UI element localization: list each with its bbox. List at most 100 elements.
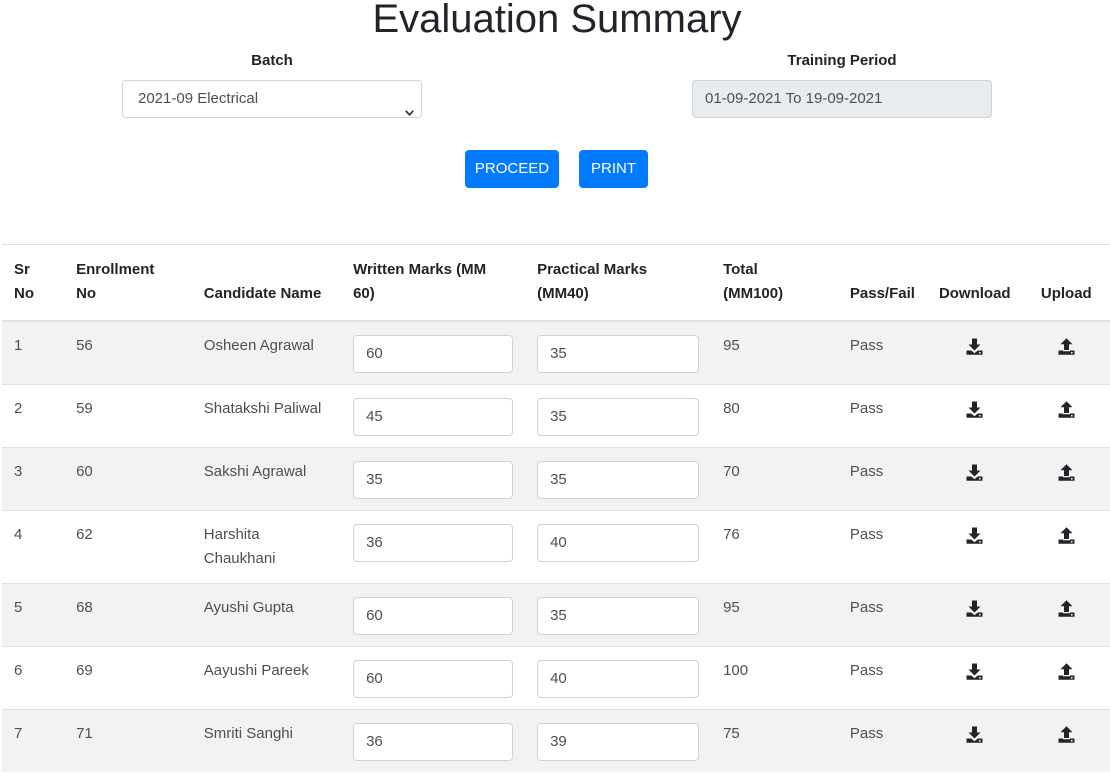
cell-enrollment-no: 71 — [64, 709, 192, 772]
written-marks-input[interactable]: 36 — [353, 524, 514, 562]
cell-enrollment-no: 60 — [64, 447, 192, 511]
cell-enrollment-no: 68 — [64, 583, 192, 647]
cell-sr-no: 5 — [2, 583, 65, 647]
cell-upload — [1022, 384, 1110, 448]
cell-download — [926, 646, 1023, 710]
evaluation-summary-page: Evaluation Summary Batch 2021-09 Electri… — [0, 0, 1110, 776]
header-written-line2: 60) — [353, 285, 375, 302]
header-upload: Upload — [1022, 244, 1110, 322]
download-icon[interactable] — [966, 401, 983, 418]
header-download: Download — [926, 244, 1023, 322]
cell-written-marks: 60 — [341, 320, 526, 385]
header-written-line1: Written Marks (MM — [353, 261, 487, 278]
cell-pass-fail: Pass — [837, 646, 927, 710]
cell-practical-marks: 35 — [525, 583, 712, 647]
cell-candidate-name: Sakshi Agrawal — [191, 447, 342, 511]
practical-marks-input[interactable]: 40 — [537, 660, 700, 698]
cell-written-marks: 45 — [341, 384, 526, 448]
batch-select-value: 2021-09 Electrical — [138, 90, 259, 107]
header-sr-line1: Sr — [14, 261, 30, 278]
header-practical-line1: Practical Marks — [537, 261, 648, 278]
cell-download — [926, 384, 1023, 448]
chevron-down-icon — [405, 95, 414, 117]
cell-practical-marks: 39 — [525, 709, 712, 772]
practical-marks-input[interactable]: 40 — [537, 524, 700, 562]
batch-select[interactable]: 2021-09 Electrical — [122, 80, 422, 118]
written-marks-input[interactable]: 35 — [353, 461, 514, 499]
cell-candidate-name: Shatakshi Paliwal — [191, 384, 342, 448]
cell-enrollment-no: 56 — [64, 320, 192, 385]
cell-written-marks: 35 — [341, 447, 526, 511]
cell-sr-no: 2 — [2, 384, 65, 448]
cell-download — [926, 320, 1023, 385]
training-period-label: Training Period — [787, 52, 897, 69]
cell-upload — [1022, 583, 1110, 647]
cell-upload — [1022, 709, 1110, 772]
cell-enrollment-no: 69 — [64, 646, 192, 710]
practical-marks-input[interactable]: 35 — [537, 335, 700, 373]
cell-total: 70 — [711, 447, 838, 511]
cell-candidate-name: Ayushi Gupta — [191, 583, 342, 647]
cell-candidate-name: Harshita Chaukhani — [191, 510, 342, 584]
table-row: 7 71 Smriti Sanghi 36 39 75 Pass — [2, 709, 1110, 772]
table-row: 6 69 Aayushi Pareek 60 40 100 Pass — [2, 646, 1110, 710]
header-practical-line2: (MM40) — [537, 285, 589, 302]
cell-practical-marks: 40 — [525, 646, 712, 710]
practical-marks-input[interactable]: 35 — [537, 597, 700, 635]
cell-upload — [1022, 510, 1110, 584]
cell-download — [926, 447, 1023, 511]
cell-candidate-name: Aayushi Pareek — [191, 646, 342, 710]
cell-enrollment-no: 59 — [64, 384, 192, 448]
written-marks-input[interactable]: 60 — [353, 660, 514, 698]
practical-marks-input[interactable]: 39 — [537, 723, 700, 761]
download-icon[interactable] — [966, 527, 983, 544]
proceed-button[interactable]: PROCEED — [465, 150, 559, 188]
download-icon[interactable] — [966, 464, 983, 481]
header-enrollment-line1: Enrollment — [76, 261, 155, 278]
cell-download — [926, 709, 1023, 772]
download-icon[interactable] — [966, 726, 983, 743]
practical-marks-input[interactable]: 35 — [537, 461, 700, 499]
upload-icon[interactable] — [1058, 527, 1075, 544]
download-icon[interactable] — [966, 338, 983, 355]
upload-icon[interactable] — [1058, 600, 1075, 617]
cell-total: 95 — [711, 320, 838, 385]
download-icon[interactable] — [966, 600, 983, 617]
table-row: 4 62 Harshita Chaukhani 36 40 76 Pass — [2, 510, 1110, 584]
cell-sr-no: 3 — [2, 447, 65, 511]
upload-icon[interactable] — [1058, 464, 1075, 481]
cell-sr-no: 6 — [2, 646, 65, 710]
cell-upload — [1022, 320, 1110, 385]
header-pass-fail: Pass/Fail — [837, 244, 927, 322]
written-marks-input[interactable]: 60 — [353, 597, 514, 635]
practical-marks-input[interactable]: 35 — [537, 398, 700, 436]
cell-pass-fail: Pass — [837, 709, 927, 772]
header-written-marks: Written Marks (MM 60) — [341, 244, 526, 322]
cell-written-marks: 60 — [341, 583, 526, 647]
cell-candidate-name: Osheen Agrawal — [191, 320, 342, 385]
cell-download — [926, 510, 1023, 584]
table-row: 2 59 Shatakshi Paliwal 45 35 80 Pass — [2, 384, 1110, 448]
header-sr-no: Sr No — [2, 244, 65, 322]
cell-practical-marks: 35 — [525, 447, 712, 511]
written-marks-input[interactable]: 36 — [353, 723, 514, 761]
header-candidate-name: Candidate Name — [191, 244, 342, 322]
written-marks-input[interactable]: 60 — [353, 335, 514, 373]
upload-icon[interactable] — [1058, 726, 1075, 743]
upload-icon[interactable] — [1058, 663, 1075, 680]
header-total: Total (MM100) — [711, 244, 838, 322]
cell-practical-marks: 40 — [525, 510, 712, 584]
cell-sr-no: 4 — [2, 510, 65, 584]
upload-icon[interactable] — [1058, 401, 1075, 418]
header-enrollment-no: Enrollment No — [64, 244, 192, 322]
cell-total: 95 — [711, 583, 838, 647]
cell-sr-no: 1 — [2, 320, 65, 385]
cell-written-marks: 36 — [341, 709, 526, 772]
table-row: 5 68 Ayushi Gupta 60 35 95 Pass — [2, 583, 1110, 647]
cell-practical-marks: 35 — [525, 320, 712, 385]
download-icon[interactable] — [966, 663, 983, 680]
upload-icon[interactable] — [1058, 338, 1075, 355]
written-marks-input[interactable]: 45 — [353, 398, 514, 436]
print-button[interactable]: PRINT — [579, 150, 648, 188]
cell-practical-marks: 35 — [525, 384, 712, 448]
